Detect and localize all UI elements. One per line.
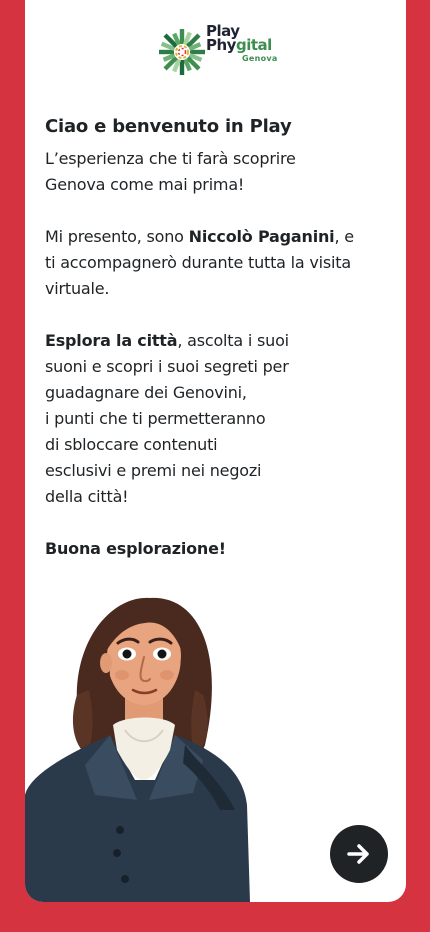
intro-subtitle-line: L’esperienza che ti farà scoprire <box>45 149 296 168</box>
paganini-illustration <box>25 597 250 902</box>
logo-wordmark: Play Phygital <box>206 24 272 54</box>
explore-text: suoni e scopri i suoi segreti per <box>45 357 289 376</box>
next-button[interactable] <box>330 825 388 883</box>
presentation-text: ti accompagnerò durante tutta la visita <box>45 253 351 272</box>
welcome-card: Play Phygital Genova Ciao e benvenuto in… <box>25 0 406 902</box>
intro-subtitle: L’esperienza che ti farà scoprire Genova… <box>45 146 390 198</box>
logo-word-phy: Phy <box>206 36 236 54</box>
welcome-title: Ciao e benvenuto in Play <box>45 116 292 137</box>
explore-text: guadagnare dei Genovini, <box>45 383 247 402</box>
closing-text: Buona esplorazione! <box>45 539 226 558</box>
arrow-right-icon <box>347 844 369 864</box>
explore-highlight: Esplora la città <box>45 331 178 350</box>
logo-word-phygital: Phygital <box>206 36 272 54</box>
explore-text: di sbloccare contenuti <box>45 435 218 454</box>
intro-explore: Esplora la città, ascolta i suoi suoni e… <box>45 328 390 510</box>
logo-word-gital: gital <box>235 36 272 54</box>
playphygital-logo: Play Phygital Genova <box>158 24 278 82</box>
presentation-text: virtuale. <box>45 279 110 298</box>
logo-mark-icon <box>159 29 205 75</box>
explore-text: della città! <box>45 487 129 506</box>
intro-text: Ciao e benvenuto in Play L’esperienza ch… <box>45 114 390 562</box>
logo-word-genova: Genova <box>242 54 278 63</box>
presentation-text: Mi presento, sono <box>45 227 189 246</box>
explore-text: i punti che ti permetteranno <box>45 409 266 428</box>
explore-text: , ascolta i suoi <box>177 331 289 350</box>
explore-text: esclusivi e premi nei negozi <box>45 461 262 480</box>
intro-subtitle-line: Genova come mai prima! <box>45 175 245 194</box>
character-name: Niccolò Paganini <box>188 227 335 246</box>
intro-presentation: Mi presento, sono Niccolò Paganini, e ti… <box>45 224 390 302</box>
presentation-text: , e <box>334 227 354 246</box>
